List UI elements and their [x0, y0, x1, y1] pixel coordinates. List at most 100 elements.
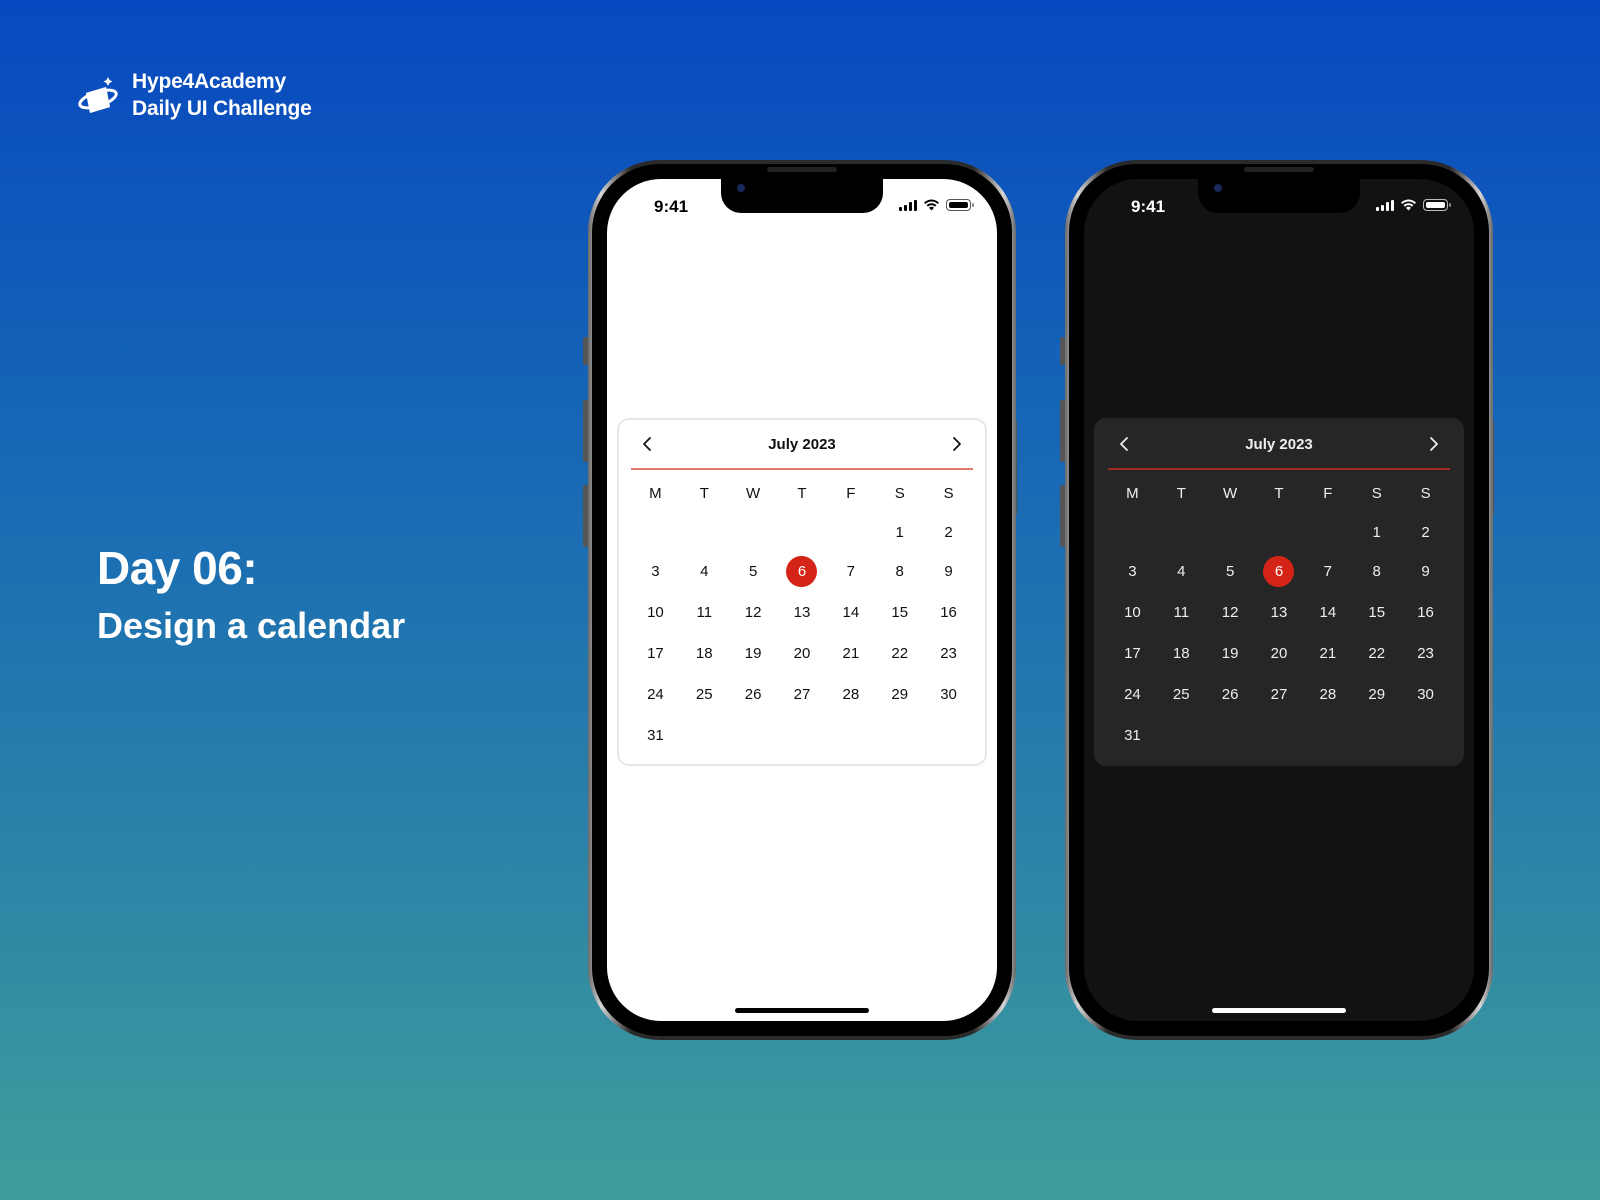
calendar-card: July 2023 MTWTFSS 1 2 3 4 5 6 7 8 9 10 11 12 13 14 15 1…: [1094, 418, 1464, 766]
headline: Day 06: Design a calendar: [97, 540, 405, 648]
day-cell[interactable]: 19: [1206, 633, 1255, 674]
empty-day-cell: [924, 715, 973, 756]
day-cell[interactable]: 14: [1303, 592, 1352, 633]
day-cell[interactable]: 16: [924, 592, 973, 633]
next-month-button[interactable]: [1422, 432, 1446, 456]
day-cell[interactable]: 27: [1255, 674, 1304, 715]
day-cell[interactable]: 30: [924, 674, 973, 715]
day-cell[interactable]: 31: [1108, 715, 1157, 756]
day-cell[interactable]: 29: [875, 674, 924, 715]
day-cell[interactable]: 23: [924, 633, 973, 674]
empty-day-cell: [680, 715, 729, 756]
week-row: 3 4 5 6 7 8 9: [1108, 551, 1450, 592]
day-cell[interactable]: 13: [1255, 592, 1304, 633]
week-row: 10 11 12 13 14 15 16: [631, 592, 973, 633]
day-cell[interactable]: 29: [1352, 674, 1401, 715]
day-cell[interactable]: 15: [1352, 592, 1401, 633]
day-cell[interactable]: 24: [1108, 674, 1157, 715]
day-cell[interactable]: 5: [729, 551, 778, 592]
day-cell[interactable]: 9: [1401, 551, 1450, 592]
day-cell[interactable]: 13: [778, 592, 827, 633]
day-cell[interactable]: 25: [1157, 674, 1206, 715]
day-number: 1: [895, 524, 904, 541]
day-cell[interactable]: 19: [729, 633, 778, 674]
day-cell[interactable]: 21: [826, 633, 875, 674]
day-number: 5: [748, 563, 758, 580]
day-cell[interactable]: 2: [1401, 514, 1450, 551]
day-cell[interactable]: 12: [1206, 592, 1255, 633]
day-cell[interactable]: 5: [1206, 551, 1255, 592]
chevron-right-icon: [953, 437, 961, 451]
day-cell[interactable]: 4: [680, 551, 729, 592]
day-number: 26: [1221, 686, 1239, 703]
weekday-label: S: [943, 485, 954, 502]
home-indicator[interactable]: [1212, 1008, 1346, 1013]
day-number: 12: [1221, 604, 1239, 621]
day-cell[interactable]: 28: [826, 674, 875, 715]
day-cell[interactable]: 26: [729, 674, 778, 715]
day-cell[interactable]: 3: [631, 551, 680, 592]
day-cell[interactable]: 22: [875, 633, 924, 674]
day-cell[interactable]: 3: [1108, 551, 1157, 592]
day-cell[interactable]: 2: [924, 514, 973, 551]
day-cell[interactable]: 4: [1157, 551, 1206, 592]
day-cell[interactable]: 30: [1401, 674, 1450, 715]
week-row: 10 11 12 13 14 15 16: [1108, 592, 1450, 633]
day-cell[interactable]: 26: [1206, 674, 1255, 715]
day-cell[interactable]: 10: [1108, 592, 1157, 633]
day-cell-selected[interactable]: 6: [1255, 551, 1304, 592]
next-month-button[interactable]: [945, 432, 969, 456]
day-cell[interactable]: 15: [875, 592, 924, 633]
day-cell[interactable]: 18: [680, 633, 729, 674]
day-cell[interactable]: 20: [1255, 633, 1304, 674]
empty-day-cell: [826, 514, 875, 551]
prev-month-button[interactable]: [635, 432, 659, 456]
day-number: 29: [891, 686, 909, 703]
day-cell[interactable]: 10: [631, 592, 680, 633]
day-number: 24: [1124, 686, 1141, 703]
day-number: 13: [1270, 604, 1288, 621]
prev-month-button[interactable]: [1112, 432, 1136, 456]
day-cell[interactable]: 16: [1401, 592, 1450, 633]
empty-day-cell: [1401, 715, 1450, 756]
day-cell[interactable]: 28: [1303, 674, 1352, 715]
weekday-label: W: [746, 485, 761, 502]
day-number: 22: [891, 645, 909, 662]
day-cell[interactable]: 14: [826, 592, 875, 633]
weekday-label: S: [1420, 485, 1431, 502]
day-cell[interactable]: 27: [778, 674, 827, 715]
day-cell[interactable]: 25: [680, 674, 729, 715]
day-number: 2: [944, 524, 953, 541]
day-cell[interactable]: 20: [778, 633, 827, 674]
day-number: 10: [1124, 604, 1141, 621]
weekday-label: T: [1274, 485, 1284, 502]
brand: Hype4Academy Daily UI Challenge: [78, 68, 312, 122]
days-grid: 1 2 3 4 5 6 7 8 9 10 11 12 13 14 15 16 17 18 19 20 21 22 23 24 2…: [631, 514, 973, 756]
header-divider: [1108, 468, 1450, 470]
day-cell[interactable]: 8: [875, 551, 924, 592]
screen-light: 9:41 July 2023 MTWTFSS 1 2 3 4 5 6 7 8 9 10 11 12 13…: [607, 179, 997, 1021]
challenge-title: Design a calendar: [97, 605, 406, 646]
day-cell[interactable]: 7: [1303, 551, 1352, 592]
day-cell[interactable]: 12: [729, 592, 778, 633]
home-indicator[interactable]: [735, 1008, 869, 1013]
day-cell[interactable]: 31: [631, 715, 680, 756]
day-cell[interactable]: 11: [680, 592, 729, 633]
day-cell[interactable]: 22: [1352, 633, 1401, 674]
day-cell[interactable]: 21: [1303, 633, 1352, 674]
day-cell[interactable]: 17: [631, 633, 680, 674]
day-cell[interactable]: 7: [826, 551, 875, 592]
week-row: 3 4 5 6 7 8 9: [631, 551, 973, 592]
day-cell[interactable]: 8: [1352, 551, 1401, 592]
day-cell[interactable]: 1: [875, 514, 924, 551]
day-cell[interactable]: 11: [1157, 592, 1206, 633]
day-cell-selected[interactable]: 6: [778, 551, 827, 592]
day-number: 16: [940, 604, 957, 621]
day-cell[interactable]: 1: [1352, 514, 1401, 551]
day-cell[interactable]: 18: [1157, 633, 1206, 674]
day-cell[interactable]: 23: [1401, 633, 1450, 674]
day-cell[interactable]: 9: [924, 551, 973, 592]
day-cell[interactable]: 24: [631, 674, 680, 715]
day-cell[interactable]: 17: [1108, 633, 1157, 674]
battery-icon: [1423, 199, 1451, 211]
